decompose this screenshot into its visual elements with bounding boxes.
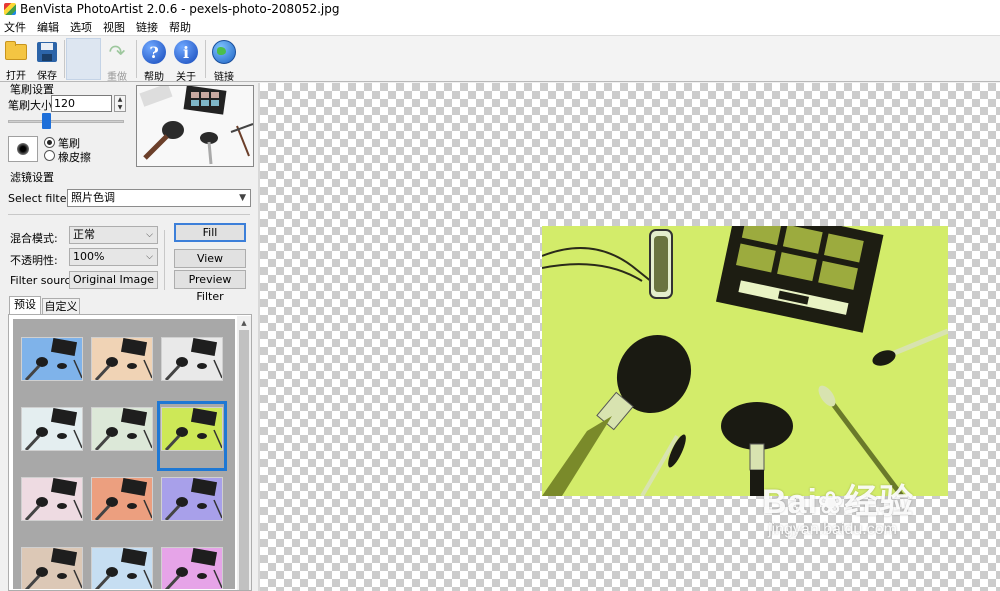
watermark-url: jingyan.baidu.com xyxy=(768,521,897,538)
redo-button[interactable]: ↷ 重做 xyxy=(102,38,132,83)
preset-thumbnail[interactable] xyxy=(21,407,83,451)
filter-select-value: 照片色调 xyxy=(71,191,115,204)
divider xyxy=(8,214,250,215)
fill-button[interactable]: Fill xyxy=(174,223,246,242)
brush-tip-icon xyxy=(17,143,29,155)
filter-settings-title: 滤镜设置 xyxy=(10,171,54,184)
menu-bar: 文件 编辑 选项 视图 链接 帮助 xyxy=(0,18,1000,35)
watermark-brand-left: Bai xyxy=(762,483,818,521)
help-button[interactable]: ? 帮助 xyxy=(139,38,169,83)
tab-custom[interactable]: 自定义 xyxy=(42,298,80,314)
link-label: 链接 xyxy=(214,72,234,83)
brush-size-label: 笔刷大小: xyxy=(8,99,56,112)
open-label: 打开 xyxy=(6,71,26,82)
preset-thumbnail[interactable] xyxy=(161,477,223,521)
presets-tab-page: ▲ xyxy=(8,314,252,591)
menu-help[interactable]: 帮助 xyxy=(169,19,191,35)
select-filter-label: Select filter: xyxy=(8,192,75,205)
toolbar-separator xyxy=(64,40,65,78)
help-label: 帮助 xyxy=(144,72,164,83)
menu-view[interactable]: 视图 xyxy=(103,19,125,35)
redo-label: 重做 xyxy=(107,72,127,83)
preset-thumbnail[interactable] xyxy=(91,407,153,451)
spin-up-icon[interactable]: ▲ xyxy=(115,96,125,104)
about-button[interactable]: i 关于 xyxy=(171,38,201,83)
toolbar: 打开 保存 ↷ 重做 ? 帮助 i 关于 链接 xyxy=(0,35,1000,83)
preset-thumbnail[interactable] xyxy=(21,477,83,521)
brush-settings-title: 笔刷设置 xyxy=(10,83,54,96)
scroll-up-icon[interactable]: ▲ xyxy=(237,316,251,330)
filter-select[interactable]: 照片色调 ▼ xyxy=(67,189,251,207)
view-original-button[interactable]: View Original xyxy=(174,249,246,282)
eraser-mode-label: 橡皮擦 xyxy=(58,151,91,164)
chevron-down-icon: ⌵ xyxy=(146,230,153,240)
save-button[interactable]: 保存 xyxy=(32,38,62,82)
brush-size-stepper[interactable]: ▲ ▼ xyxy=(114,95,126,112)
preview-filter-button[interactable]: Preview Filter xyxy=(174,270,246,303)
vertical-divider xyxy=(164,230,165,290)
globe-icon xyxy=(212,40,236,64)
brush-mode-radio[interactable] xyxy=(44,137,55,148)
folder-open-icon xyxy=(4,40,28,63)
opacity-label: 不透明性: xyxy=(10,254,58,267)
floppy-disk-icon xyxy=(35,40,59,63)
preset-thumbnail[interactable] xyxy=(21,547,83,589)
preset-thumbnail[interactable] xyxy=(21,337,83,381)
blend-mode-value: 正常 xyxy=(73,228,95,241)
preset-thumbnail[interactable] xyxy=(161,337,223,381)
tab-presets[interactable]: 预设 xyxy=(9,296,41,315)
settings-panel: 笔刷设置 笔刷大小: ▲ ▼ 笔刷 橡皮擦 滤镜设置 Select filter… xyxy=(0,83,258,591)
scrollbar-thumb[interactable] xyxy=(239,330,249,590)
filter-source-value: Original Image xyxy=(73,273,154,286)
presets-scrollbar[interactable]: ▲ xyxy=(237,316,251,590)
preset-thumbnail[interactable] xyxy=(91,337,153,381)
presets-grid xyxy=(13,319,235,589)
filter-source-select[interactable]: Original Image ⌵ xyxy=(69,271,158,289)
preset-thumbnail[interactable] xyxy=(91,547,153,589)
opacity-select[interactable]: 100% ⌵ xyxy=(69,248,158,266)
preset-thumbnail[interactable] xyxy=(161,547,223,589)
baidu-watermark: Bai❀经验 jingyan.baidu.com xyxy=(762,485,914,539)
info-icon: i xyxy=(174,40,198,64)
toolbar-separator xyxy=(205,40,206,78)
toolbar-separator xyxy=(136,40,137,78)
blend-mode-select[interactable]: 正常 ⌵ xyxy=(69,226,158,244)
chevron-down-icon: ▼ xyxy=(239,193,246,203)
menu-options[interactable]: 选项 xyxy=(70,19,92,35)
open-button[interactable]: 打开 xyxy=(1,38,31,82)
preset-selection-highlight xyxy=(157,401,227,471)
menu-links[interactable]: 链接 xyxy=(136,19,158,35)
chevron-down-icon: ⌵ xyxy=(146,275,153,285)
undo-button-placeholder[interactable] xyxy=(66,38,101,80)
brush-size-slider-track[interactable] xyxy=(8,120,124,123)
spin-down-icon[interactable]: ▼ xyxy=(115,104,125,112)
app-logo-icon xyxy=(4,3,16,15)
save-label: 保存 xyxy=(37,71,57,82)
watermark-brand-right: 经验 xyxy=(844,483,915,521)
link-button[interactable]: 链接 xyxy=(209,38,239,83)
opacity-value: 100% xyxy=(73,250,105,263)
window-title: BenVista PhotoArtist 2.0.6 - pexels-phot… xyxy=(20,2,340,16)
menu-file[interactable]: 文件 xyxy=(4,19,26,35)
chevron-down-icon: ⌵ xyxy=(146,252,153,262)
navigator-thumbnail[interactable] xyxy=(136,85,254,167)
help-question-icon: ? xyxy=(142,40,166,64)
brush-size-input[interactable] xyxy=(51,95,112,112)
brush-size-slider-thumb[interactable] xyxy=(42,113,51,129)
preset-thumbnail[interactable] xyxy=(91,477,153,521)
title-bar: BenVista PhotoArtist 2.0.6 - pexels-phot… xyxy=(0,0,1000,18)
filtered-photo xyxy=(542,226,948,496)
brush-preview xyxy=(8,136,38,162)
menu-edit[interactable]: 编辑 xyxy=(37,19,59,35)
redo-arrow-icon: ↷ xyxy=(108,40,126,64)
eraser-mode-radio[interactable] xyxy=(44,150,55,161)
blend-mode-label: 混合模式: xyxy=(10,232,58,245)
paw-logo-icon: ❀ xyxy=(817,487,845,520)
about-label: 关于 xyxy=(176,72,196,83)
